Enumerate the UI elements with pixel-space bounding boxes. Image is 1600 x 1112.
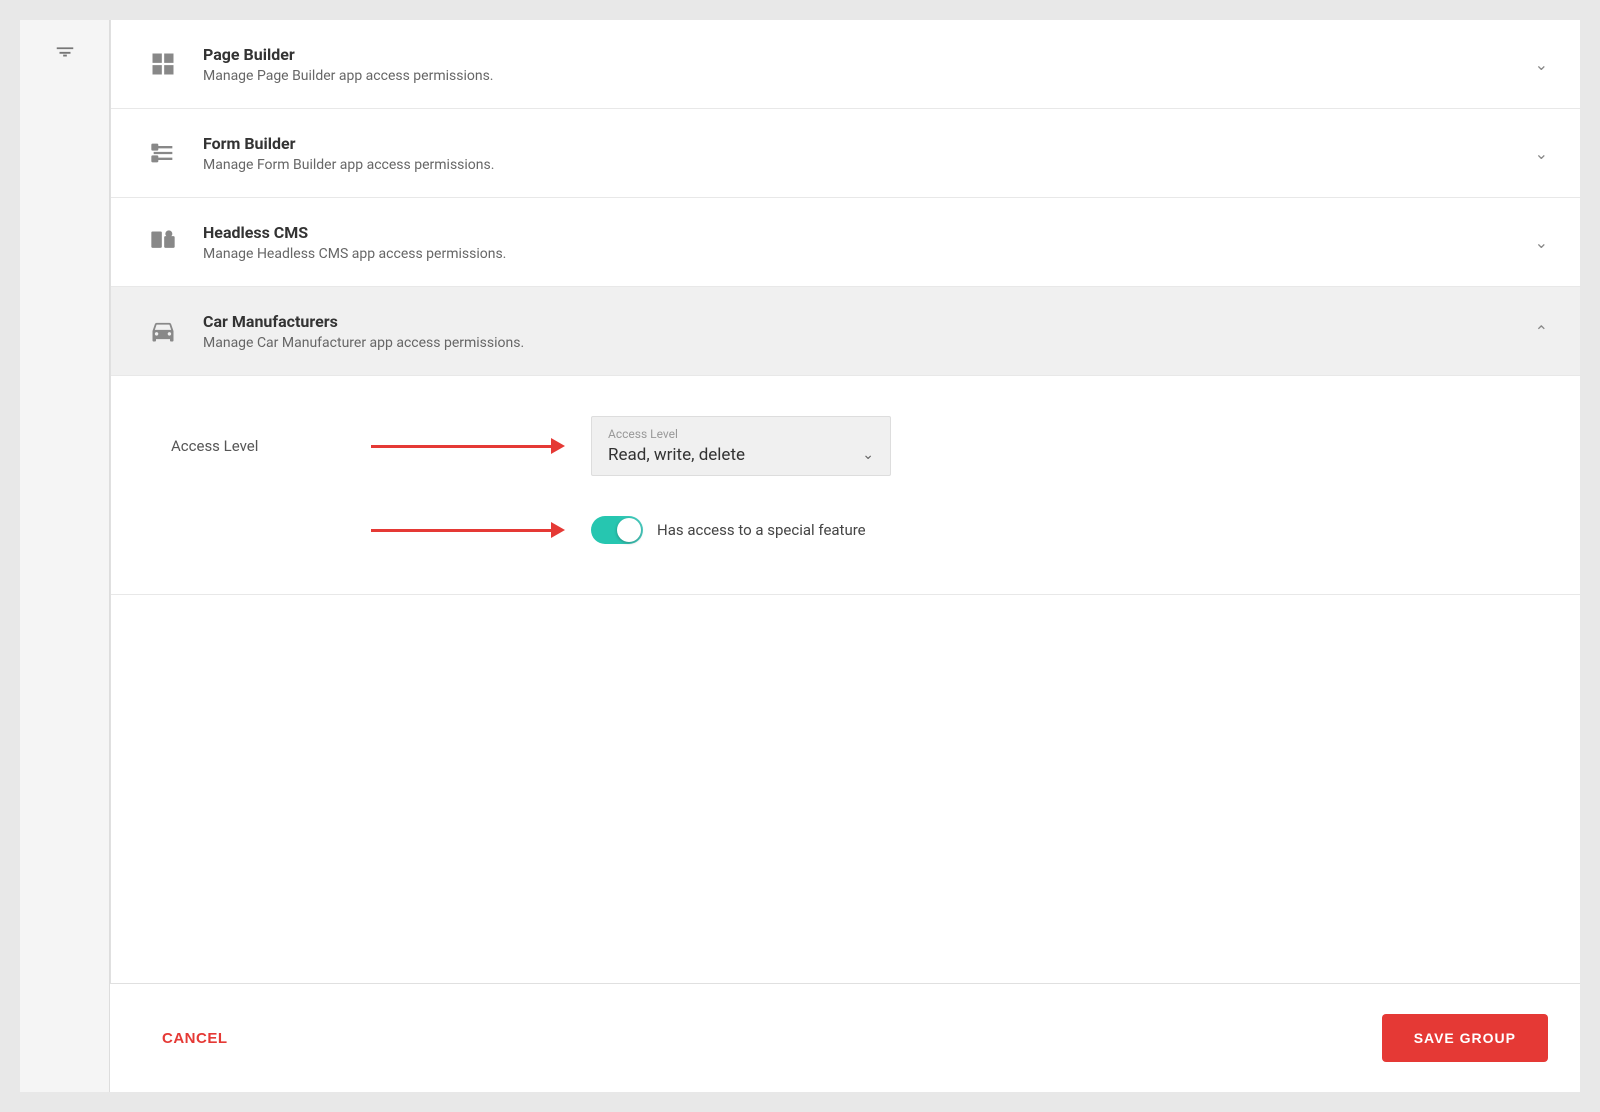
permission-item-car-manufacturers[interactable]: Car Manufacturers Manage Car Manufacture… xyxy=(111,287,1580,376)
arrow-head-2 xyxy=(551,522,565,538)
special-feature-toggle-container: Has access to a special feature xyxy=(591,516,866,544)
car-manufacturers-title: Car Manufacturers xyxy=(203,312,1515,331)
toggle-label: Has access to a special feature xyxy=(657,521,866,539)
arrow-line-1 xyxy=(371,445,551,448)
page-builder-desc: Manage Page Builder app access permissio… xyxy=(203,68,1515,84)
main-content: Page Builder Manage Page Builder app acc… xyxy=(110,20,1580,1092)
save-group-button[interactable]: SAVE GROUP xyxy=(1382,1014,1548,1062)
filter-icon[interactable] xyxy=(54,40,76,67)
dropdown-chevron-icon: ⌄ xyxy=(862,447,874,463)
headless-cms-title: Headless CMS xyxy=(203,223,1515,242)
dropdown-label: Access Level xyxy=(608,427,874,441)
form-builder-desc: Manage Form Builder app access permissio… xyxy=(203,157,1515,173)
headless-cms-desc: Manage Headless CMS app access permissio… xyxy=(203,246,1515,262)
arrow-to-toggle xyxy=(371,520,591,540)
toggle-knob xyxy=(617,518,641,542)
red-arrow-1 xyxy=(371,436,571,456)
page-builder-chevron: ⌄ xyxy=(1535,55,1548,74)
sidebar xyxy=(20,20,110,1092)
dropdown-value-text: Read, write, delete xyxy=(608,445,745,465)
dropdown-value: Read, write, delete ⌄ xyxy=(608,445,874,465)
headless-cms-chevron: ⌄ xyxy=(1535,233,1548,252)
red-arrow-2 xyxy=(371,520,571,540)
car-manufacturers-chevron: ⌃ xyxy=(1535,322,1548,341)
car-manufacturers-icon xyxy=(143,311,183,351)
special-feature-row: Has access to a special feature xyxy=(171,516,1520,544)
form-builder-icon xyxy=(143,133,183,173)
arrow-head-1 xyxy=(551,438,565,454)
form-builder-text: Form Builder Manage Form Builder app acc… xyxy=(203,134,1515,173)
headless-cms-icon xyxy=(143,222,183,262)
page-builder-icon xyxy=(143,44,183,84)
arrow-to-dropdown xyxy=(371,436,591,456)
car-manufacturers-expanded-content: Access Level Access Level Read, write, d… xyxy=(111,376,1580,595)
page-builder-title: Page Builder xyxy=(203,45,1515,64)
access-level-label: Access Level xyxy=(171,437,371,455)
special-feature-toggle[interactable] xyxy=(591,516,643,544)
headless-cms-text: Headless CMS Manage Headless CMS app acc… xyxy=(203,223,1515,262)
page-builder-text: Page Builder Manage Page Builder app acc… xyxy=(203,45,1515,84)
permission-item-page-builder[interactable]: Page Builder Manage Page Builder app acc… xyxy=(111,20,1580,109)
form-builder-chevron: ⌄ xyxy=(1535,144,1548,163)
car-manufacturers-text: Car Manufacturers Manage Car Manufacture… xyxy=(203,312,1515,351)
access-level-row: Access Level Access Level Read, write, d… xyxy=(171,416,1520,476)
arrow-line-2 xyxy=(371,529,551,532)
cancel-button[interactable]: CANCEL xyxy=(142,1020,248,1057)
permissions-list: Page Builder Manage Page Builder app acc… xyxy=(110,20,1580,983)
form-builder-title: Form Builder xyxy=(203,134,1515,153)
car-manufacturers-desc: Manage Car Manufacturer app access permi… xyxy=(203,335,1515,351)
access-level-dropdown[interactable]: Access Level Read, write, delete ⌄ xyxy=(591,416,891,476)
permission-item-form-builder[interactable]: Form Builder Manage Form Builder app acc… xyxy=(111,109,1580,198)
footer: CANCEL SAVE GROUP xyxy=(110,983,1580,1092)
permission-item-headless-cms[interactable]: Headless CMS Manage Headless CMS app acc… xyxy=(111,198,1580,287)
page-container: Page Builder Manage Page Builder app acc… xyxy=(20,20,1580,1092)
